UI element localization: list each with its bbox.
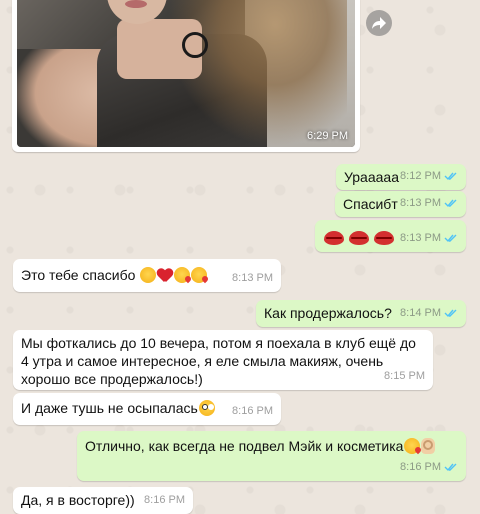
message-text-line: И даже тушь не осыпалась bbox=[21, 399, 215, 417]
message-meta: 8:13 PM bbox=[232, 269, 273, 287]
message-text: Да, я в восторге)) bbox=[21, 492, 135, 508]
read-ticks-icon bbox=[444, 309, 457, 318]
outgoing-message[interactable]: Как продержалось? 8:14 PM bbox=[256, 300, 466, 327]
message-time: 8:14 PM bbox=[400, 307, 441, 319]
message-time: 8:16 PM bbox=[232, 405, 273, 417]
message-text: Мы фоткались до 10 вечера, потом я поеха… bbox=[21, 335, 416, 387]
message-time: 8:16 PM bbox=[144, 494, 185, 506]
message-text: Спасибт bbox=[343, 196, 398, 212]
smiling-face-icon bbox=[140, 267, 157, 283]
ok-hand-icon bbox=[421, 438, 436, 454]
outgoing-message[interactable]: Спасибт 8:13 PM bbox=[335, 191, 466, 217]
outgoing-message[interactable]: Отлично, как всегда не подвел Мэйк и кос… bbox=[77, 431, 466, 481]
message-time: 8:16 PM bbox=[400, 461, 441, 473]
photo-selfie[interactable] bbox=[17, 0, 355, 147]
message-emojis bbox=[323, 228, 398, 246]
incoming-message[interactable]: Мы фоткались до 10 вечера, потом я поеха… bbox=[13, 330, 433, 390]
chat-area[interactable]: 6:29 PM Урааааа 8:12 PM Спасибт 8:13 PM … bbox=[0, 0, 480, 514]
face-blowing-kiss-icon bbox=[404, 438, 421, 454]
message-time: 8:13 PM bbox=[400, 232, 441, 244]
face-blowing-kiss-icon bbox=[191, 267, 208, 283]
kiss-mark-icon bbox=[324, 231, 344, 245]
forward-button[interactable] bbox=[366, 10, 392, 36]
message-meta: 8:16 PM bbox=[232, 402, 273, 420]
kiss-mark-icon bbox=[349, 231, 369, 245]
message-time: 8:13 PM bbox=[232, 272, 273, 284]
read-ticks-icon bbox=[444, 172, 457, 181]
message-text: Как продержалось? bbox=[264, 305, 392, 321]
face-blowing-kiss-icon bbox=[174, 267, 191, 283]
kiss-mark-icon bbox=[374, 231, 394, 245]
message-meta: 8:15 PM bbox=[384, 367, 425, 385]
message-time: 8:15 PM bbox=[384, 370, 425, 382]
message-meta: 8:14 PM bbox=[400, 304, 458, 322]
outgoing-message[interactable]: Урааааа 8:12 PM bbox=[336, 164, 466, 190]
read-ticks-icon bbox=[444, 234, 457, 243]
read-ticks-icon bbox=[444, 199, 457, 208]
message-text: Урааааа bbox=[344, 169, 399, 185]
photo-lips bbox=[125, 0, 147, 8]
image-timestamp: 6:29 PM bbox=[307, 130, 348, 142]
message-text: Это тебе спасибо bbox=[21, 267, 136, 283]
message-text-line: Отлично, как всегда не подвел Мэйк и кос… bbox=[85, 437, 436, 455]
message-text: И даже тушь не осыпалась bbox=[21, 400, 198, 416]
forward-arrow-icon bbox=[372, 17, 386, 29]
incoming-message[interactable]: Это тебе спасибо 8:13 PM bbox=[13, 259, 281, 292]
outgoing-message[interactable]: 8:13 PM bbox=[315, 220, 466, 252]
message-meta: 8:12 PM bbox=[400, 167, 458, 185]
message-meta: 8:16 PM bbox=[144, 491, 185, 509]
incoming-message[interactable]: Да, я в восторге)) 8:16 PM bbox=[13, 487, 193, 514]
message-time: 8:13 PM bbox=[400, 197, 441, 209]
message-text-line: Это тебе спасибо bbox=[21, 266, 208, 284]
message-meta: 8:16 PM bbox=[400, 458, 458, 476]
message-meta: 8:13 PM bbox=[400, 194, 458, 212]
image-message[interactable]: 6:29 PM bbox=[12, 0, 360, 152]
red-heart-icon bbox=[157, 269, 173, 283]
read-ticks-icon bbox=[444, 463, 457, 472]
message-text: Отлично, как всегда не подвел Мэйк и кос… bbox=[85, 438, 404, 454]
message-time: 8:12 PM bbox=[400, 170, 441, 182]
message-meta: 8:13 PM bbox=[400, 229, 458, 247]
flushed-face-icon bbox=[198, 400, 215, 416]
photo-choker bbox=[182, 32, 208, 58]
incoming-message[interactable]: И даже тушь не осыпалась 8:16 PM bbox=[13, 393, 281, 425]
